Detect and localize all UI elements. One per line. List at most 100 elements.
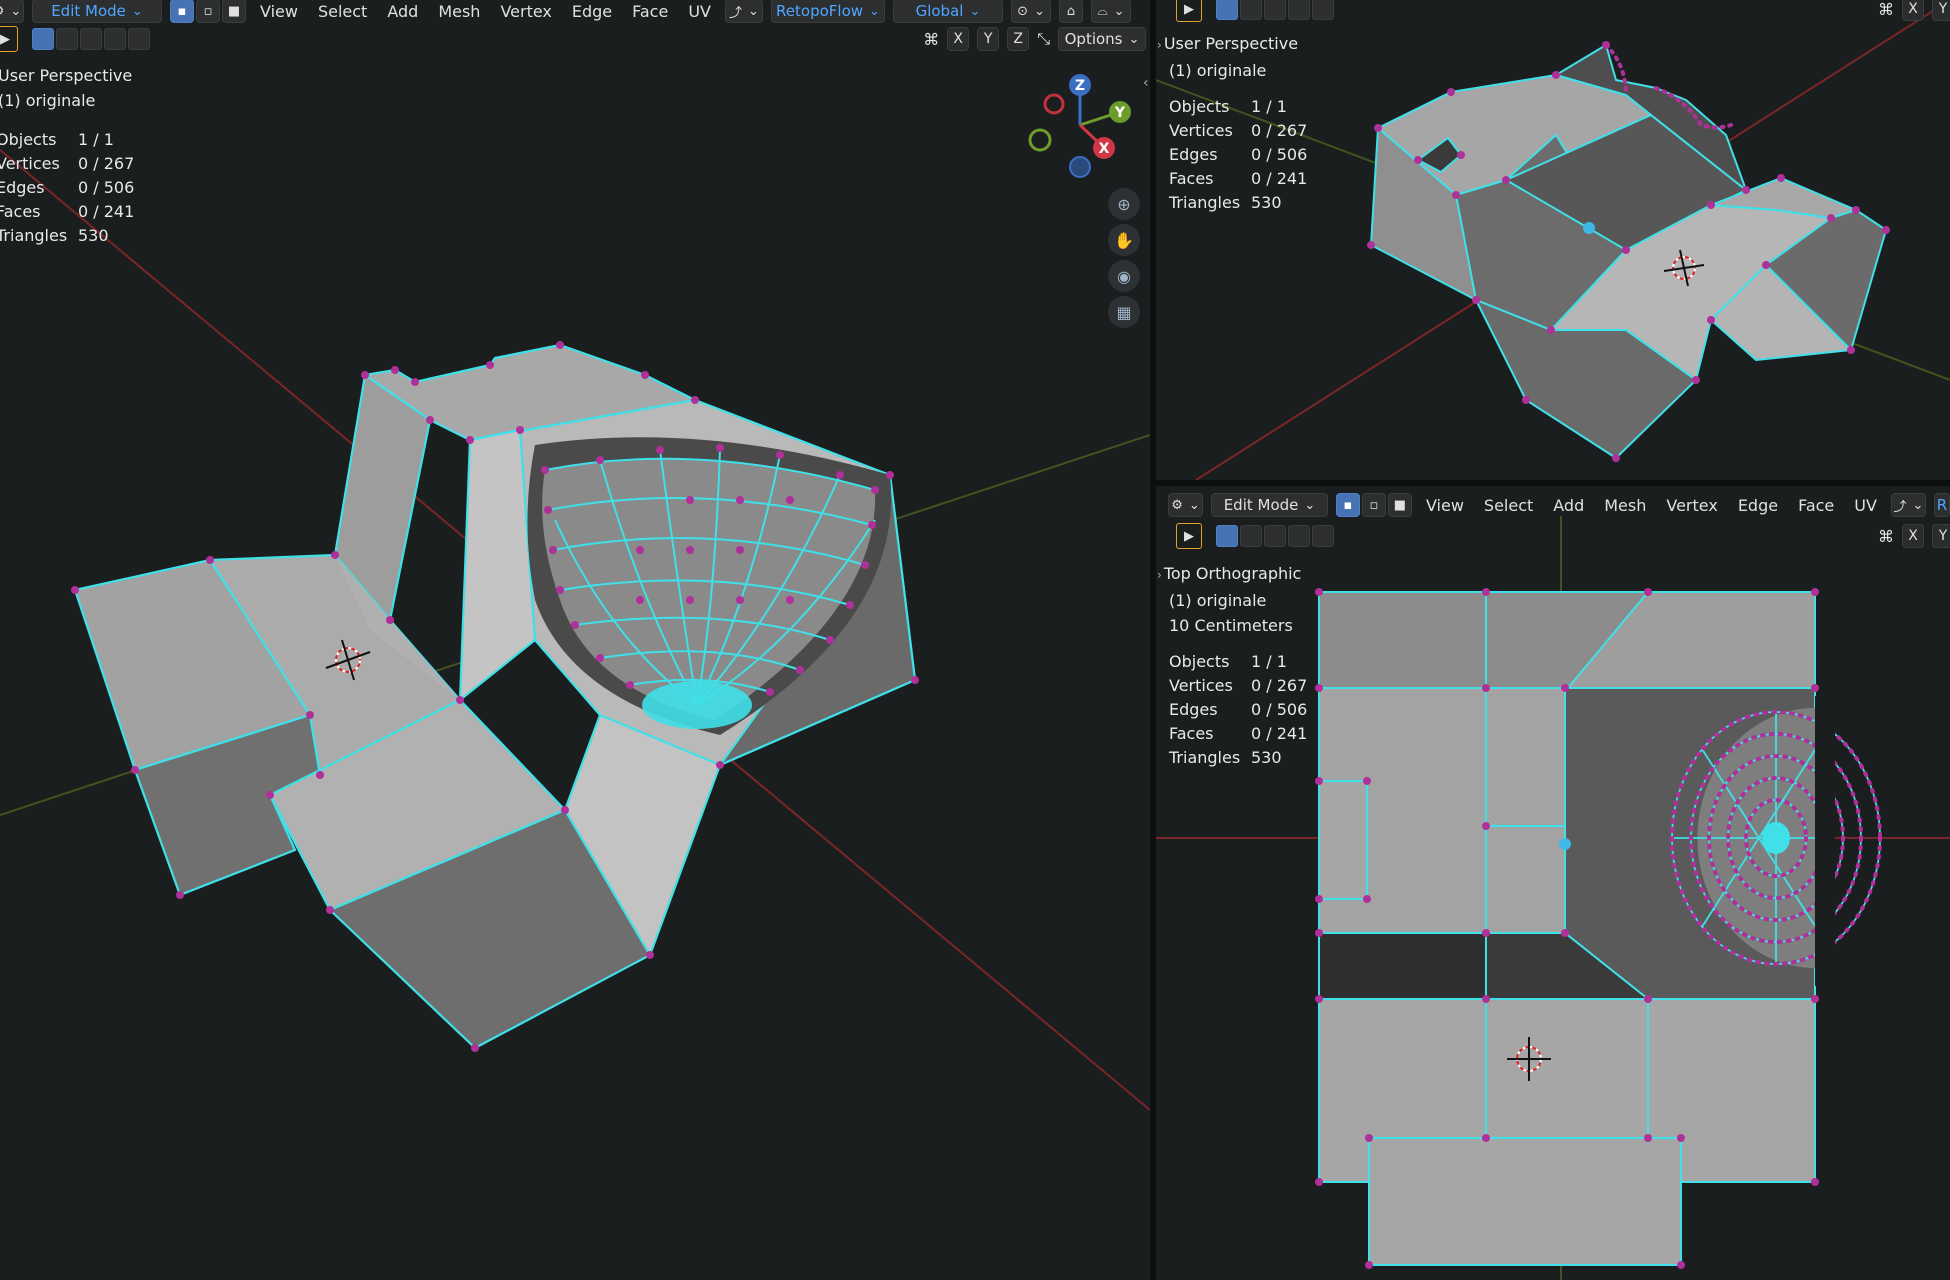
stat-label: Objects bbox=[1169, 97, 1230, 116]
stat-triangles: 530 bbox=[78, 226, 109, 245]
select-extend-icon[interactable] bbox=[1240, 525, 1262, 547]
editor-type-button[interactable]: ⚙ bbox=[1168, 493, 1204, 517]
menu-vertex[interactable]: Vertex bbox=[1660, 494, 1723, 517]
mode-dropdown[interactable]: Edit Mode bbox=[32, 0, 162, 23]
perspective-grid-icon[interactable]: ▦ bbox=[1108, 296, 1140, 328]
stat-faces: 0 / 241 bbox=[78, 202, 135, 221]
menu-add[interactable]: Add bbox=[1547, 494, 1590, 517]
stat-label: Triangles bbox=[0, 226, 68, 245]
stat-triangles: 530 bbox=[1251, 193, 1282, 212]
select-subtract-icon[interactable] bbox=[80, 28, 102, 50]
box-select-modes bbox=[32, 28, 150, 50]
select-subtract-icon[interactable] bbox=[1264, 525, 1286, 547]
face-select-icon[interactable]: ■ bbox=[1387, 493, 1412, 517]
menu-view[interactable]: View bbox=[1420, 494, 1470, 517]
uv-tools-icon[interactable]: ⤴ bbox=[724, 0, 763, 23]
select-subtract-icon[interactable] bbox=[1264, 0, 1286, 20]
viewport-info-bottom-right: › Top Orthographic (1) originale 10 Centi… bbox=[1157, 561, 1301, 638]
editor-type-button[interactable]: ⚙ bbox=[0, 0, 24, 23]
axis-x-button[interactable]: X bbox=[947, 27, 970, 51]
face-select-icon[interactable]: ■ bbox=[222, 0, 246, 23]
mirror-icon[interactable]: ⌘ bbox=[1878, 527, 1894, 546]
stat-label: Vertices bbox=[0, 154, 60, 173]
stat-label: Triangles bbox=[1169, 748, 1241, 767]
stat-label: Vertices bbox=[1169, 676, 1233, 695]
menu-uv[interactable]: UV bbox=[1848, 494, 1883, 517]
select-tool-icon[interactable]: ▶ bbox=[0, 26, 18, 52]
mesh-scene-left[interactable] bbox=[0, 0, 1150, 1280]
stat-edges: 0 / 506 bbox=[78, 178, 135, 197]
menu-select[interactable]: Select bbox=[312, 0, 373, 23]
menu-mesh[interactable]: Mesh bbox=[432, 0, 486, 23]
select-extend-icon[interactable] bbox=[56, 28, 78, 50]
axis-y-button[interactable]: Y bbox=[977, 27, 1000, 51]
menu-add[interactable]: Add bbox=[381, 0, 424, 23]
edge-select-icon[interactable]: ▫ bbox=[1361, 493, 1386, 517]
mode-dropdown[interactable]: Edit Mode bbox=[1211, 493, 1328, 517]
select-new-icon[interactable] bbox=[32, 28, 54, 50]
select-tool-icon[interactable]: ▶ bbox=[1176, 0, 1202, 22]
menu-uv[interactable]: UV bbox=[682, 0, 717, 23]
select-intersect-icon[interactable] bbox=[128, 28, 150, 50]
stat-edges: 0 / 506 bbox=[1251, 700, 1308, 719]
gizmo-y-label: Y bbox=[1114, 105, 1126, 121]
expand-chevron-icon[interactable]: › bbox=[1157, 568, 1162, 582]
sidebar-toggle-icon[interactable]: ‹ bbox=[1143, 75, 1149, 91]
select-intersect-icon[interactable] bbox=[1312, 0, 1334, 20]
pivot-icon[interactable]: ⊙ bbox=[1010, 0, 1051, 23]
vertex-select-icon[interactable]: ▪ bbox=[170, 0, 194, 23]
uv-tools-icon[interactable]: ⤴ bbox=[1890, 493, 1926, 517]
camera-icon[interactable]: ◉ bbox=[1108, 260, 1140, 292]
menu-edge[interactable]: Edge bbox=[1732, 494, 1784, 517]
edge-select-icon[interactable]: ▫ bbox=[196, 0, 220, 23]
select-invert-icon[interactable] bbox=[104, 28, 126, 50]
stat-edges: 0 / 506 bbox=[1251, 145, 1308, 164]
axis-y-button[interactable]: Y bbox=[1932, 524, 1950, 548]
select-intersect-icon[interactable] bbox=[1312, 525, 1334, 547]
pan-hand-icon[interactable]: ✋ bbox=[1108, 224, 1140, 256]
view-name: Top Orthographic bbox=[1163, 564, 1302, 583]
menu-vertex[interactable]: Vertex bbox=[494, 0, 557, 23]
expand-chevron-icon[interactable]: › bbox=[1157, 38, 1162, 52]
select-mode-group: ▪ ▫ ■ bbox=[1335, 493, 1412, 517]
menu-select[interactable]: Select bbox=[1478, 494, 1539, 517]
orientation-dropdown[interactable]: Global bbox=[892, 0, 1003, 23]
mirror-icon[interactable]: ⌘ bbox=[1878, 0, 1894, 19]
options-dropdown[interactable]: Options bbox=[1058, 27, 1146, 51]
zoom-icon[interactable]: ⊕ bbox=[1108, 188, 1140, 220]
snap-icon[interactable]: ⌂ bbox=[1058, 0, 1083, 23]
menu-face[interactable]: Face bbox=[626, 0, 674, 23]
viewport-left[interactable]: ⚙ Edit Mode ▪ ▫ ■ View Select Add Mesh V… bbox=[0, 0, 1150, 1280]
proportional-edit-icon[interactable]: ⌓ bbox=[1090, 0, 1131, 23]
stat-vertices: 0 / 267 bbox=[1251, 676, 1308, 695]
select-tool-icon[interactable]: ▶ bbox=[1176, 523, 1202, 549]
select-invert-icon[interactable] bbox=[1288, 0, 1310, 20]
stat-label: Objects bbox=[1169, 652, 1230, 671]
object-name: (1) originale bbox=[0, 91, 96, 110]
axis-y-button[interactable]: Y bbox=[1932, 0, 1950, 21]
select-new-icon[interactable] bbox=[1216, 525, 1238, 547]
axis-z-button[interactable]: Z bbox=[1007, 27, 1030, 51]
auto-merge-icon[interactable]: ⤡ bbox=[1037, 29, 1050, 49]
stat-label: Edges bbox=[1169, 700, 1218, 719]
overflow-button[interactable]: R bbox=[1933, 493, 1950, 517]
menu-view[interactable]: View bbox=[254, 0, 304, 23]
mirror-icon[interactable]: ⌘ bbox=[923, 30, 939, 49]
select-extend-icon[interactable] bbox=[1240, 0, 1262, 20]
menu-face[interactable]: Face bbox=[1792, 494, 1840, 517]
viewport-top-right[interactable]: ▶ ⌘ X Y › User Perspective (1) originale … bbox=[1156, 0, 1950, 480]
header-bottom-right: ⚙ Edit Mode ▪ ▫ ■ View Select Add Mesh V… bbox=[1156, 490, 1950, 520]
select-invert-icon[interactable] bbox=[1288, 525, 1310, 547]
viewport-bottom-right[interactable]: ⚙ Edit Mode ▪ ▫ ■ View Select Add Mesh V… bbox=[1156, 486, 1950, 1280]
select-mode-group: ▪ ▫ ■ bbox=[170, 0, 246, 23]
retopoflow-dropdown[interactable]: RetopoFlow bbox=[770, 0, 885, 23]
select-new-icon[interactable] bbox=[1216, 0, 1238, 20]
menu-edge[interactable]: Edge bbox=[566, 0, 618, 23]
navigation-gizmo[interactable]: Z Y X bbox=[1020, 70, 1150, 180]
vertex-select-icon[interactable]: ▪ bbox=[1335, 493, 1360, 517]
axis-x-button[interactable]: X bbox=[1902, 0, 1924, 21]
box-select-modes bbox=[1216, 525, 1334, 547]
stat-objects: 1 / 1 bbox=[78, 130, 114, 149]
menu-mesh[interactable]: Mesh bbox=[1598, 494, 1652, 517]
axis-x-button[interactable]: X bbox=[1902, 524, 1924, 548]
